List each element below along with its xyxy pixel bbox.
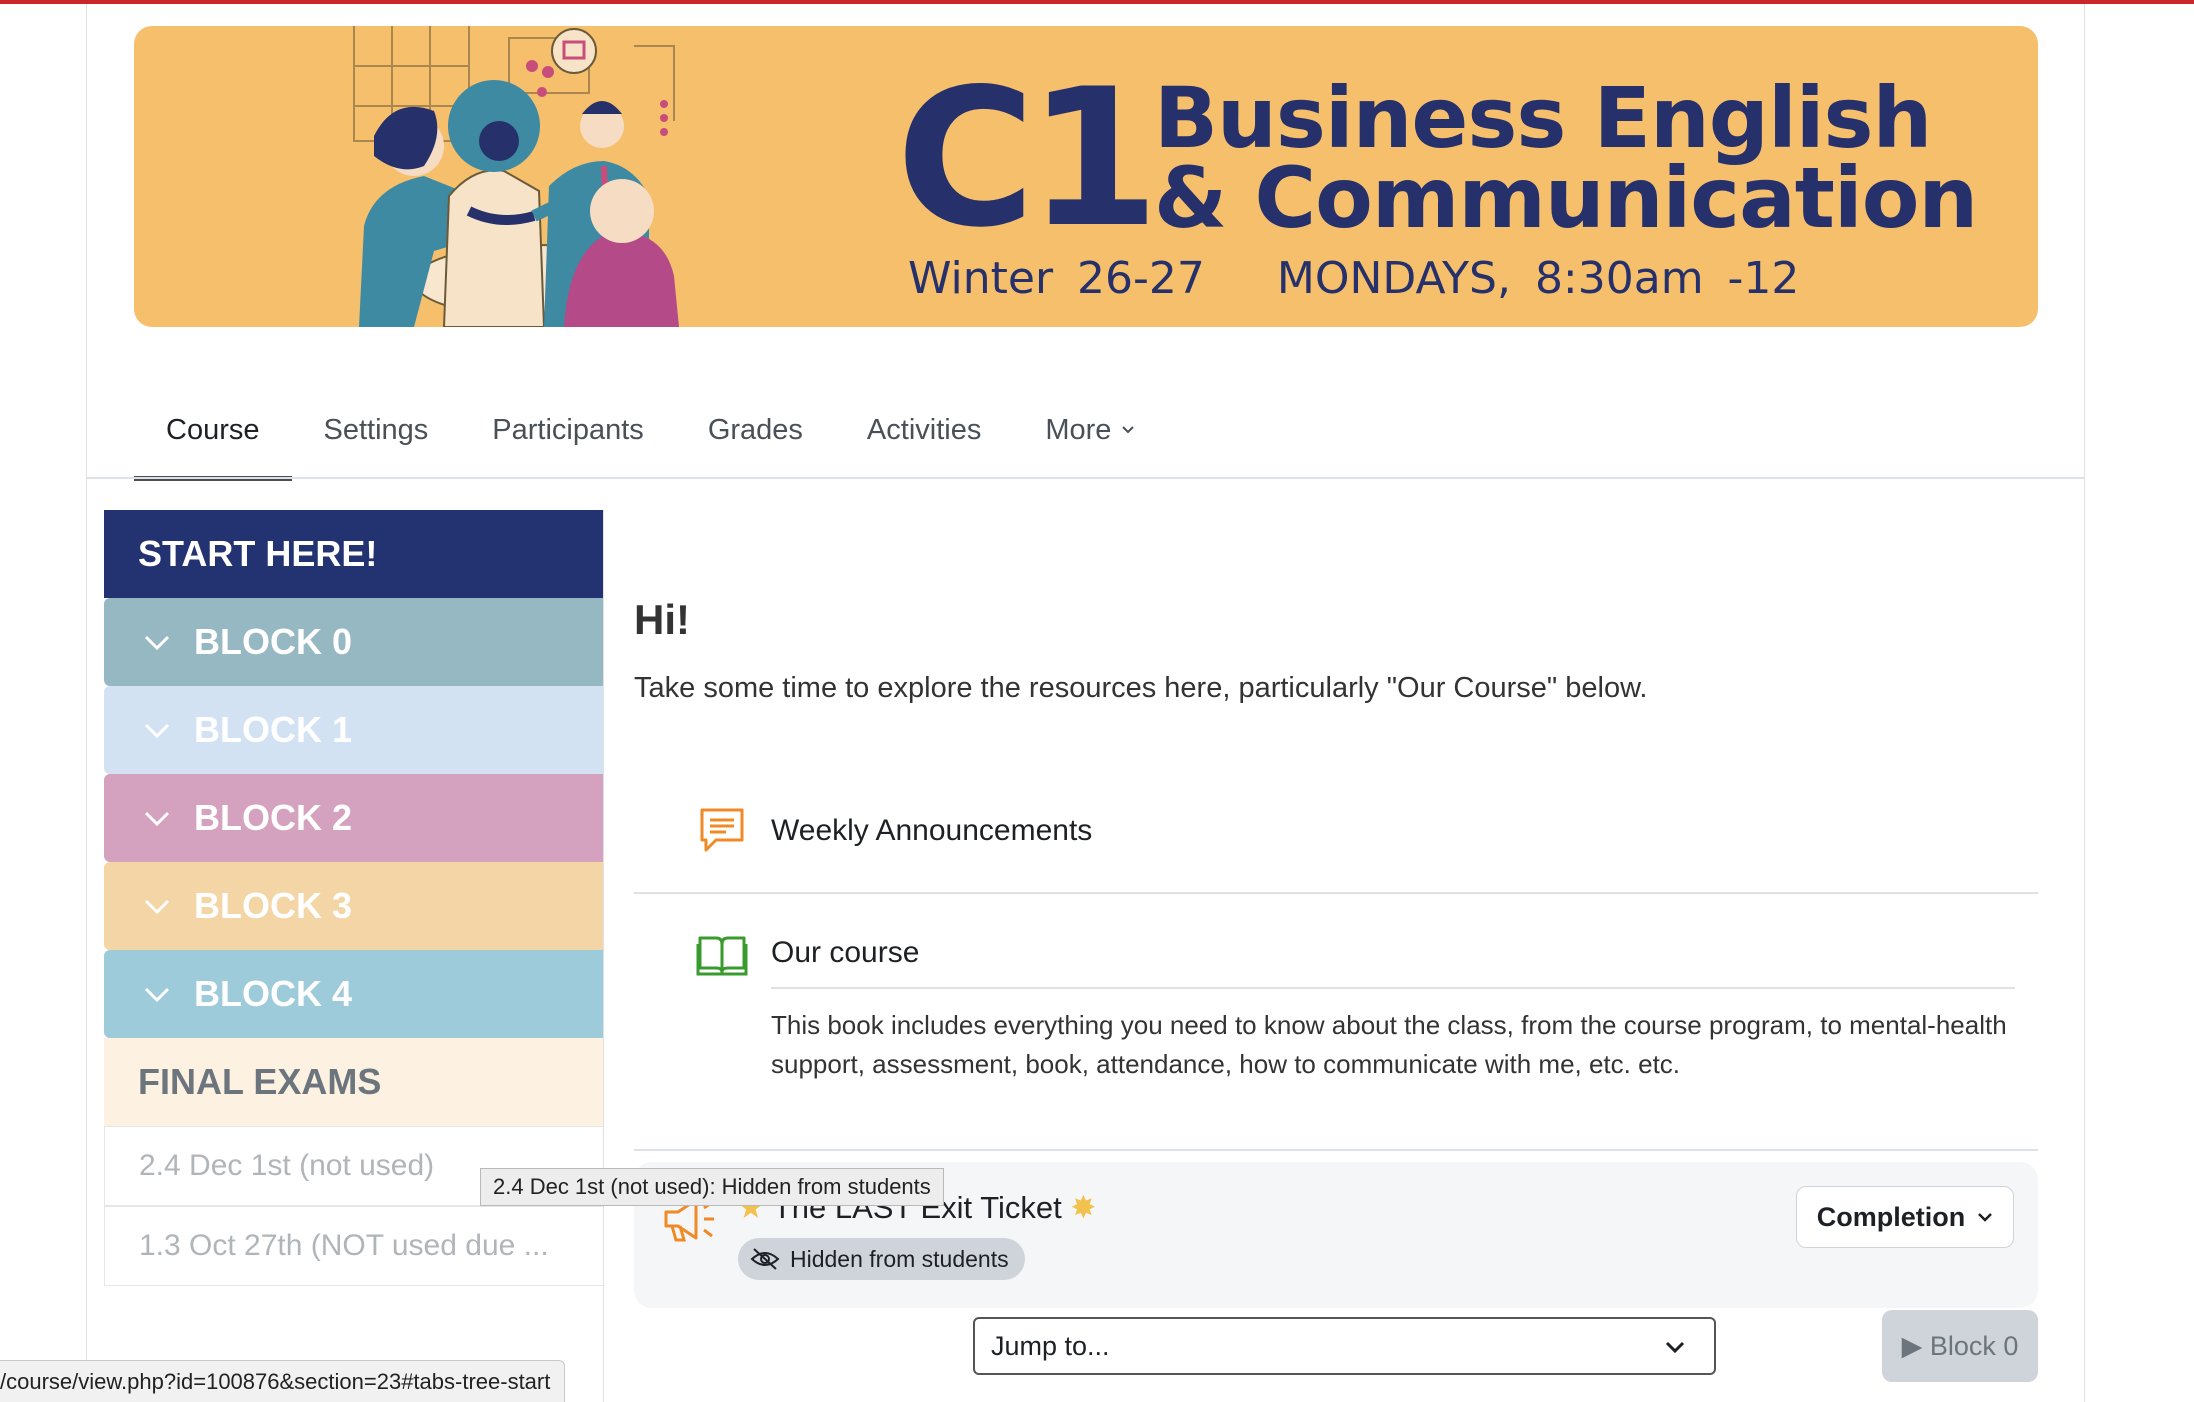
tab-label: Activities: [866, 413, 982, 446]
chevron-down-icon: [144, 635, 170, 651]
hidden-badge-label: Hidden from students: [790, 1245, 1009, 1272]
chevron-down-icon: [144, 987, 170, 1003]
jump-to-label: Jump to...: [991, 1330, 1110, 1361]
next-section-button[interactable]: ▶ Block 0: [1882, 1310, 2038, 1382]
chevron-down-icon: [1665, 1341, 1685, 1354]
completion-label: Completion: [1816, 1201, 1966, 1232]
star-icon: ✸: [1070, 1190, 1097, 1225]
banner-title-line1: Business English: [1154, 69, 1932, 167]
section-label: BLOCK 4: [194, 973, 353, 1014]
status-bar-url: /course/view.php?id=100876&section=23#ta…: [0, 1360, 566, 1402]
completion-dropdown[interactable]: Completion: [1796, 1186, 2014, 1248]
section-final-exams[interactable]: FINAL EXAMS: [104, 1038, 604, 1126]
chevron-down-icon: [144, 899, 170, 915]
nav-divider: [87, 477, 2084, 479]
course-banner: C1 Business English & Communication Wint…: [134, 26, 2038, 327]
sidebar-divider: [603, 510, 604, 1402]
activity-divider: [771, 987, 2015, 989]
activity-our-course: Our course This book includes everything…: [634, 894, 2038, 1151]
activity-link[interactable]: Weekly Announcements: [771, 814, 1092, 848]
section-start-here[interactable]: START HERE!: [104, 510, 604, 598]
banner-subtitle: Winter 26-27 MONDAYS, 8:30am -12: [908, 253, 1800, 304]
section-block-4[interactable]: BLOCK 4: [104, 950, 604, 1038]
activity-weekly-announcements: Weekly Announcements: [634, 780, 2038, 894]
section-block-3[interactable]: BLOCK 3: [104, 862, 604, 950]
eye-slash-icon: [750, 1248, 780, 1270]
tab-participants[interactable]: Participants: [460, 380, 676, 480]
section-label: BLOCK 1: [194, 709, 353, 750]
tab-grades[interactable]: Grades: [676, 380, 835, 480]
chevron-down-icon: [1122, 426, 1135, 434]
section-item-oct-27th[interactable]: 1.3 Oct 27th (NOT used due ...: [104, 1206, 604, 1286]
tab-label: Participants: [492, 413, 644, 446]
section-block-2[interactable]: BLOCK 2: [104, 774, 604, 862]
banner-title-line2: & Communication: [1154, 149, 1978, 247]
section-label: BLOCK 0: [194, 621, 353, 662]
section-tooltip: 2.4 Dec 1st (not used): Hidden from stud…: [480, 1168, 944, 1206]
tab-course[interactable]: Course: [134, 380, 292, 481]
chevron-down-icon: [144, 811, 170, 827]
section-heading: Hi!: [634, 596, 690, 643]
tab-label: Course: [166, 413, 260, 446]
tab-label: Settings: [323, 413, 429, 446]
banner-illustration: [353, 26, 679, 327]
tab-more[interactable]: More: [1013, 380, 1167, 480]
hidden-badge: Hidden from students: [738, 1238, 1025, 1280]
tab-label: More: [1045, 413, 1112, 446]
chevron-down-icon: [1978, 1213, 1993, 1222]
book-icon[interactable]: [696, 930, 748, 978]
activity-link[interactable]: Our course: [771, 936, 919, 970]
section-block-1[interactable]: BLOCK 1: [104, 686, 604, 774]
section-label: BLOCK 2: [194, 797, 353, 838]
course-nav: Course Settings Participants Grades Acti…: [134, 380, 1167, 481]
section-label: BLOCK 3: [194, 885, 353, 926]
activity-description: This book includes everything you need t…: [771, 1010, 2007, 1079]
tab-label: Grades: [707, 413, 803, 446]
banner-level: C1: [896, 48, 1160, 269]
tab-activities[interactable]: Activities: [835, 380, 1013, 480]
section-block-0[interactable]: BLOCK 0: [104, 598, 604, 686]
jump-to-select[interactable]: Jump to...: [973, 1317, 1716, 1375]
forum-icon[interactable]: [696, 804, 748, 856]
section-intro: Take some time to explore the resources …: [634, 672, 1648, 704]
tab-settings[interactable]: Settings: [292, 380, 461, 480]
chevron-down-icon: [144, 723, 170, 739]
